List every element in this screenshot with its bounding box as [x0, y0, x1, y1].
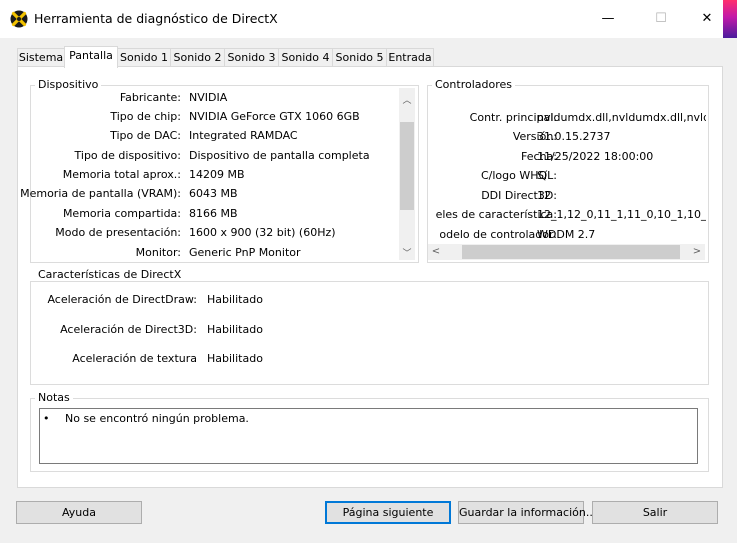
device-label: Tipo de dispositivo: [74, 149, 181, 162]
device-label: Monitor: [135, 246, 181, 259]
device-label: Tipo de DAC: [110, 129, 181, 142]
help-button[interactable]: Ayuda [16, 501, 142, 524]
notes-textbox[interactable]: • No se encontró ningún problema. [39, 408, 698, 464]
scroll-up-icon[interactable]: ︿ [399, 93, 415, 106]
drivers-scroll-thumb[interactable] [462, 245, 680, 259]
feature-value: Habilitado [207, 323, 263, 336]
tab-sonido-3[interactable]: Sonido 3 [224, 48, 279, 67]
device-scroll-thumb[interactable] [400, 122, 414, 210]
minimize-button[interactable]: — [585, 0, 631, 38]
tab-pantalla[interactable]: Pantalla [64, 46, 118, 68]
feature-label: Aceleración de Direct3D: [60, 323, 197, 336]
notes-group-title: Notas [35, 391, 73, 404]
feature-value: Habilitado [207, 293, 263, 306]
feature-label: Aceleración de DirectDraw: [47, 293, 197, 306]
desktop-edge [723, 0, 737, 38]
drivers-clip: Contr. principal: nvldumdx.dll,nvldumdx.… [427, 100, 706, 244]
device-label: Memoria total aprox.: [62, 168, 181, 181]
tab-sistema[interactable]: Sistema [17, 48, 65, 67]
next-page-button[interactable]: Página siguiente [325, 501, 451, 524]
scroll-right-icon[interactable]: > [689, 246, 705, 257]
feature-value: Habilitado [207, 352, 263, 365]
save-info-button[interactable]: Guardar la información... [458, 501, 596, 524]
driver-value: 12 [537, 189, 551, 202]
device-value: Generic PnP Monitor [189, 246, 301, 259]
device-label: Modo de presentación: [55, 226, 181, 239]
feature-label: Aceleración de textura [72, 352, 197, 365]
maximize-button[interactable]: ☐ [638, 0, 684, 38]
drivers-group-title: Controladores [432, 78, 515, 91]
driver-value: nvldumdx.dll,nvldumdx.dll,nvldumd [537, 111, 706, 124]
device-value: 6043 MB [189, 187, 238, 200]
device-value: NVIDIA GeForce GTX 1060 6GB [189, 110, 360, 123]
device-value: 14209 MB [189, 168, 245, 181]
device-label: Fabricante: [119, 91, 181, 104]
device-label: Tipo de chip: [110, 110, 181, 123]
driver-value: Sí [537, 169, 548, 182]
tab-sonido-5[interactable]: Sonido 5 [332, 48, 387, 67]
scroll-left-icon[interactable]: < [428, 246, 444, 257]
driver-value: 12_1,12_0,11_1,11_0,10_1,10_0, [537, 208, 706, 221]
bullet-icon: • [43, 412, 50, 425]
driver-value: WDDM 2.7 [537, 228, 596, 241]
device-value: 8166 MB [189, 207, 238, 220]
window-title: Herramienta de diagnóstico de DirectX [34, 11, 278, 26]
device-value: 1600 x 900 (32 bit) (60Hz) [189, 226, 336, 239]
directx-app-icon [10, 10, 28, 28]
device-label: Memoria compartida: [62, 207, 181, 220]
device-value: NVIDIA [189, 91, 228, 104]
title-bar: Herramienta de diagnóstico de DirectX — … [0, 0, 737, 38]
device-value: Dispositivo de pantalla completa [189, 149, 370, 162]
tab-sonido-1[interactable]: Sonido 1 [117, 48, 171, 67]
device-label: Memoria de pantalla (VRAM): [20, 187, 181, 200]
driver-value: 11/25/2022 18:00:00 [537, 150, 654, 163]
scroll-down-icon[interactable]: ﹀ [399, 246, 415, 259]
device-group-title: Dispositivo [35, 78, 102, 91]
device-value: Integrated RAMDAC [189, 129, 298, 142]
tab-sonido-2[interactable]: Sonido 2 [170, 48, 225, 67]
exit-button[interactable]: Salir [592, 501, 718, 524]
tab-sonido-4[interactable]: Sonido 4 [278, 48, 333, 67]
directx-diagnostic-window: Herramienta de diagnóstico de DirectX — … [0, 0, 737, 543]
features-group-title: Características de DirectX [35, 268, 185, 281]
driver-value: 31.0.15.2737 [537, 130, 611, 143]
note-item: No se encontró ningún problema. [65, 412, 249, 425]
tab-entrada[interactable]: Entrada [386, 48, 434, 67]
